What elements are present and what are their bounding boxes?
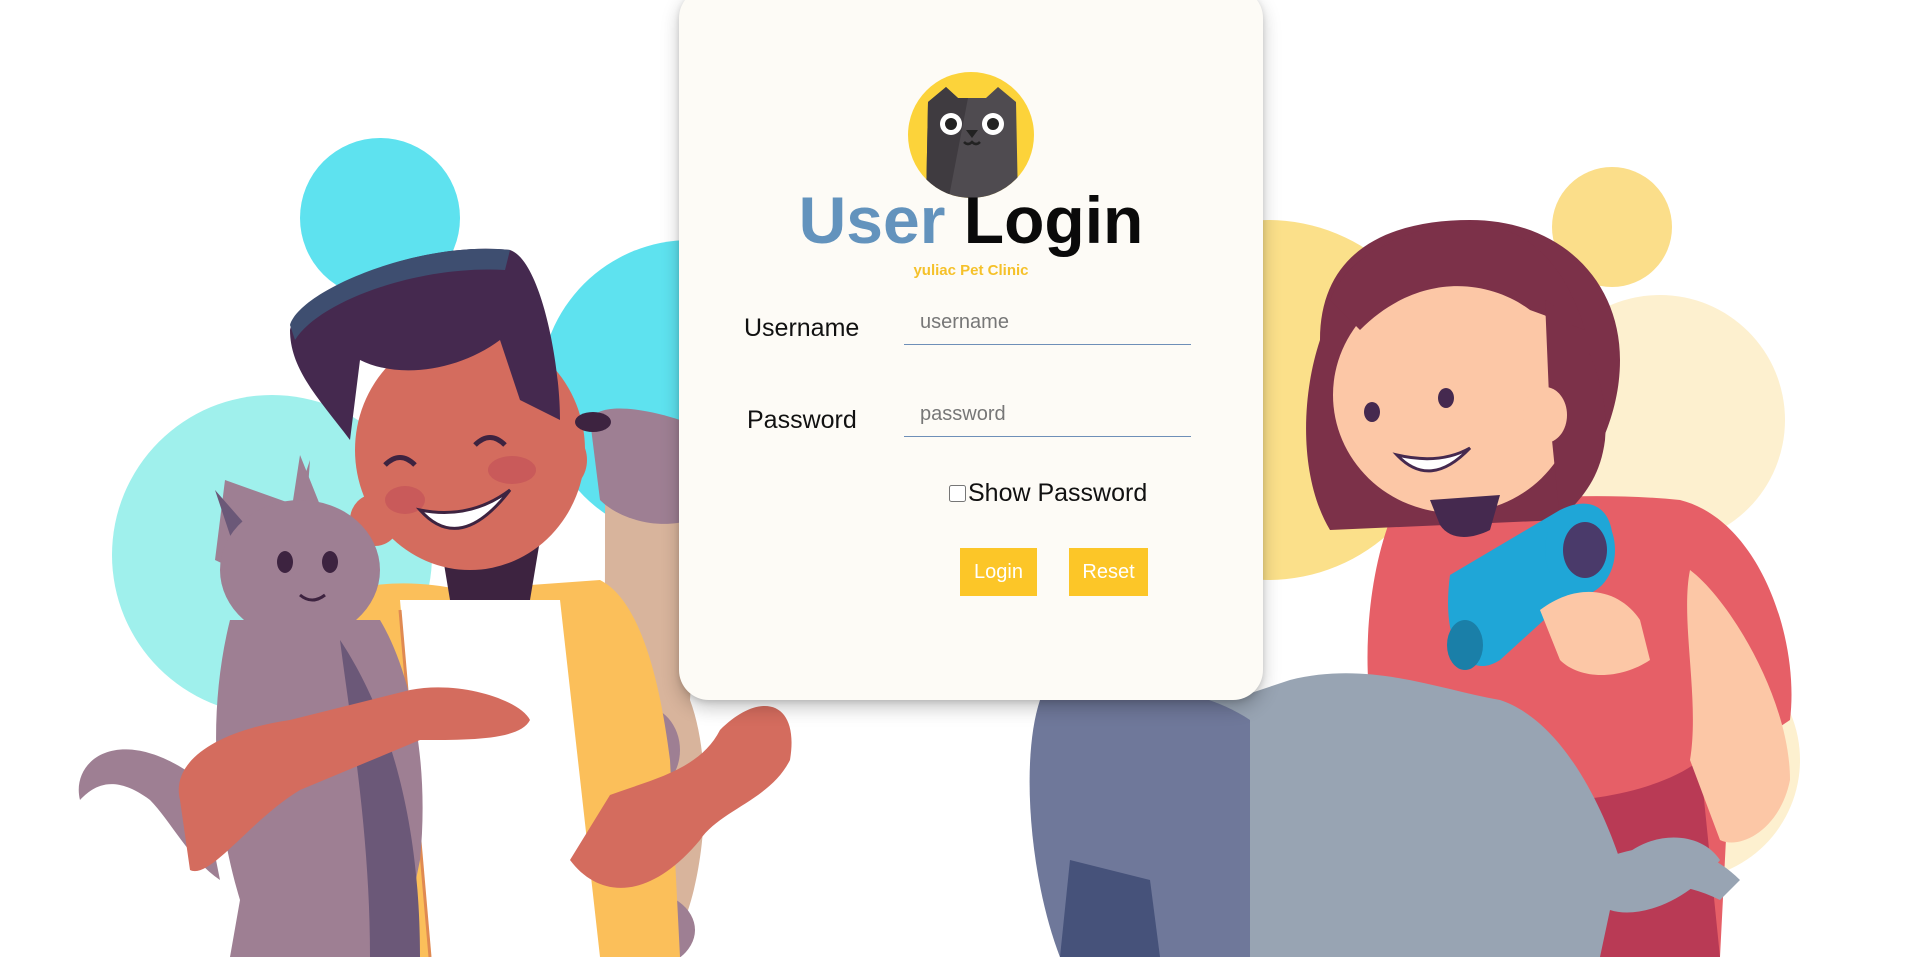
password-input[interactable] bbox=[904, 393, 1191, 437]
show-password-row: Show Password bbox=[949, 478, 1147, 508]
page-title: User Login bbox=[679, 184, 1263, 256]
clinic-name: yuliac Pet Clinic bbox=[913, 262, 1029, 279]
show-password-checkbox[interactable] bbox=[949, 484, 966, 502]
show-password-label[interactable]: Show Password bbox=[968, 479, 1147, 508]
login-card: User Login yuliac Pet Clinic Username Pa… bbox=[679, 0, 1263, 700]
black-cat-icon bbox=[908, 72, 1034, 198]
title-login: Login bbox=[963, 183, 1144, 257]
login-button[interactable]: Login bbox=[960, 548, 1037, 596]
username-input[interactable] bbox=[904, 301, 1191, 345]
reset-button[interactable]: Reset bbox=[1069, 548, 1148, 596]
username-label: Username bbox=[744, 314, 860, 342]
password-label: Password bbox=[747, 406, 857, 434]
title-user: User bbox=[798, 183, 946, 257]
